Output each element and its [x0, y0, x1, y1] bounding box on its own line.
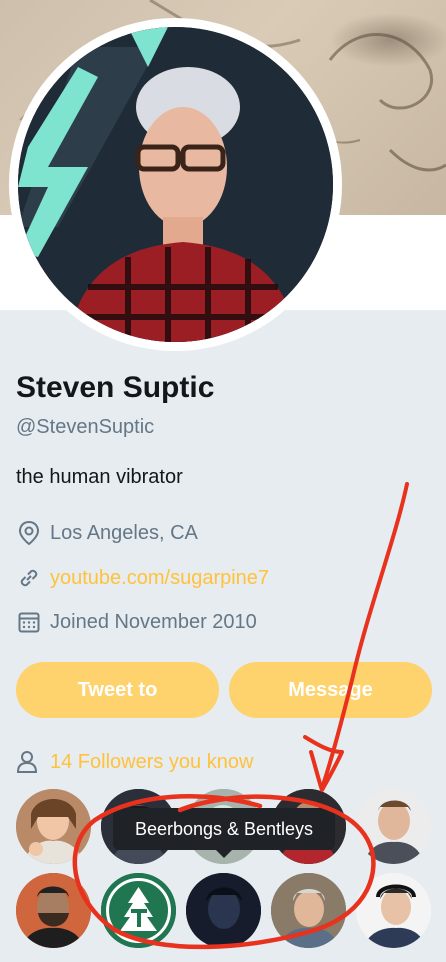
- profile-bio: the human vibrator: [16, 466, 183, 488]
- follower-avatar[interactable]: [186, 873, 261, 948]
- joined-row: Joined November 2010: [16, 607, 257, 637]
- profile-handle[interactable]: @StevenSuptic: [16, 416, 154, 439]
- map-pin-icon: [16, 520, 42, 546]
- followers-you-know-row[interactable]: 14 Followers you know: [16, 746, 253, 778]
- calendar-icon: [16, 609, 42, 635]
- profile-page: Steven Suptic @StevenSuptic the human vi…: [0, 0, 446, 962]
- tweet-to-button[interactable]: Tweet to: [16, 662, 219, 718]
- avatar-photo: [18, 27, 333, 342]
- follower-avatar[interactable]: [16, 789, 91, 864]
- profile-name: Steven Suptic: [16, 371, 215, 404]
- follower-avatar[interactable]: [16, 873, 91, 948]
- profile-avatar[interactable]: [9, 18, 342, 351]
- person-icon: [16, 749, 42, 775]
- follower-tooltip: Beerbongs & Bentleys: [113, 808, 335, 858]
- message-button[interactable]: Message: [229, 662, 432, 718]
- followers-you-know-link[interactable]: 14 Followers you know: [50, 751, 253, 774]
- website-link[interactable]: youtube.com/sugarpine7: [50, 567, 269, 590]
- joined-text: Joined November 2010: [50, 610, 257, 633]
- link-icon: [16, 565, 42, 591]
- follower-avatar[interactable]: [356, 873, 431, 948]
- follower-avatar[interactable]: [101, 873, 176, 948]
- follower-avatar[interactable]: [356, 789, 431, 864]
- follower-avatar[interactable]: [271, 873, 346, 948]
- location-text: Los Angeles, CA: [50, 521, 198, 544]
- location-row: Los Angeles, CA: [16, 518, 198, 548]
- website-row[interactable]: youtube.com/sugarpine7: [16, 563, 269, 593]
